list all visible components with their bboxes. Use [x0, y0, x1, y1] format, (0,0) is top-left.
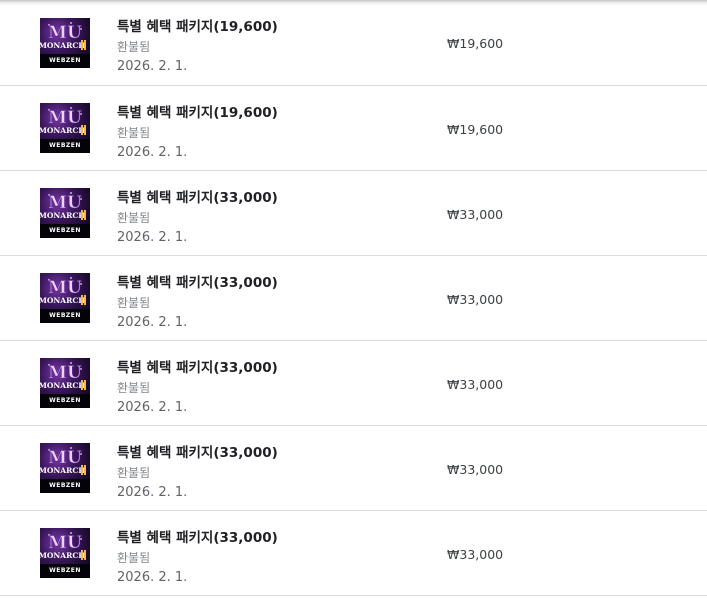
svg-text:MONARCH: MONARCH — [40, 466, 85, 475]
purchase-row[interactable]: MU MONARCH WEBZEN 특별 혜택 패키지(33,000) 환불됨 … — [0, 341, 707, 426]
svg-text:MU: MU — [48, 448, 82, 468]
price: ₩33,000 — [447, 462, 504, 477]
svg-text:MONARCH: MONARCH — [40, 41, 85, 50]
purchase-date: 2026. 2. 1. — [117, 59, 188, 74]
mu-monarch-game-icon: MU MONARCH WEBZEN — [40, 188, 90, 238]
product-title: 특별 혜택 패키지(33,000) — [117, 190, 278, 206]
product-title: 특별 혜택 패키지(33,000) — [117, 275, 278, 291]
mu-monarch-game-icon: MU MONARCH WEBZEN — [40, 443, 90, 493]
mu-monarch-game-icon: MU MONARCH WEBZEN — [40, 528, 90, 578]
svg-text:MONARCH: MONARCH — [40, 211, 85, 220]
price: ₩19,600 — [447, 36, 504, 51]
svg-text:MONARCH: MONARCH — [40, 551, 85, 560]
refund-status: 환불됨 — [117, 551, 151, 565]
price: ₩19,600 — [447, 122, 504, 137]
price: ₩33,000 — [447, 377, 504, 392]
refund-status: 환불됨 — [117, 381, 151, 395]
purchase-row[interactable]: MU MONARCH WEBZEN 특별 혜택 패키지(33,000) 환불됨 … — [0, 256, 707, 341]
purchase-date: 2026. 2. 1. — [117, 485, 188, 500]
product-title: 특별 혜택 패키지(19,600) — [117, 105, 278, 121]
purchase-row[interactable]: MU MONARCH WEBZEN 특별 혜택 패키지(33,000) 환불됨 … — [0, 426, 707, 511]
mu-monarch-game-icon: MU MONARCH WEBZEN — [40, 358, 90, 408]
price: ₩33,000 — [447, 547, 504, 562]
purchase-row[interactable]: MU MONARCH WEBZEN 특별 혜택 패키지(33,000) 환불됨 … — [0, 171, 707, 256]
purchase-row[interactable]: MU MONARCH WEBZEN 특별 혜택 패키지(33,000) 환불됨 … — [0, 511, 707, 596]
purchase-row[interactable]: MU MONARCH WEBZEN 특별 혜택 패키지(19,600) 환불됨 … — [0, 86, 707, 171]
purchase-date: 2026. 2. 1. — [117, 315, 188, 330]
refund-status: 환불됨 — [117, 126, 151, 140]
svg-text:MU: MU — [48, 23, 82, 43]
mu-monarch-game-icon: MU MONARCH WEBZEN — [40, 18, 90, 68]
svg-text:MU: MU — [48, 278, 82, 298]
purchase-date: 2026. 2. 1. — [117, 400, 188, 415]
svg-text:MU: MU — [48, 193, 82, 213]
purchase-row[interactable]: MU MONARCH WEBZEN 특별 혜택 패키지(19,600) 환불됨 … — [0, 0, 707, 86]
svg-text:MU: MU — [48, 108, 82, 128]
toolbar-shadow — [0, 0, 707, 6]
product-title: 특별 혜택 패키지(33,000) — [117, 360, 278, 376]
product-title: 특별 혜택 패키지(33,000) — [117, 530, 278, 546]
price: ₩33,000 — [447, 292, 504, 307]
refund-status: 환불됨 — [117, 296, 151, 310]
refund-status: 환불됨 — [117, 466, 151, 480]
purchase-date: 2026. 2. 1. — [117, 145, 188, 160]
svg-text:MONARCH: MONARCH — [40, 381, 85, 390]
price: ₩33,000 — [447, 207, 504, 222]
purchase-date: 2026. 2. 1. — [117, 570, 188, 585]
refund-status: 환불됨 — [117, 211, 151, 225]
purchase-history-list: MU MONARCH WEBZEN 특별 혜택 패키지(19,600) 환불됨 … — [0, 0, 707, 596]
svg-text:MONARCH: MONARCH — [40, 296, 85, 305]
svg-text:MONARCH: MONARCH — [40, 126, 85, 135]
product-title: 특별 혜택 패키지(33,000) — [117, 445, 278, 461]
svg-text:MU: MU — [48, 363, 82, 383]
mu-monarch-game-icon: MU MONARCH WEBZEN — [40, 273, 90, 323]
product-title: 특별 혜택 패키지(19,600) — [117, 19, 278, 35]
svg-text:MU: MU — [48, 533, 82, 553]
refund-status: 환불됨 — [117, 40, 151, 54]
purchase-date: 2026. 2. 1. — [117, 230, 188, 245]
mu-monarch-game-icon: MU MONARCH WEBZEN — [40, 103, 90, 153]
